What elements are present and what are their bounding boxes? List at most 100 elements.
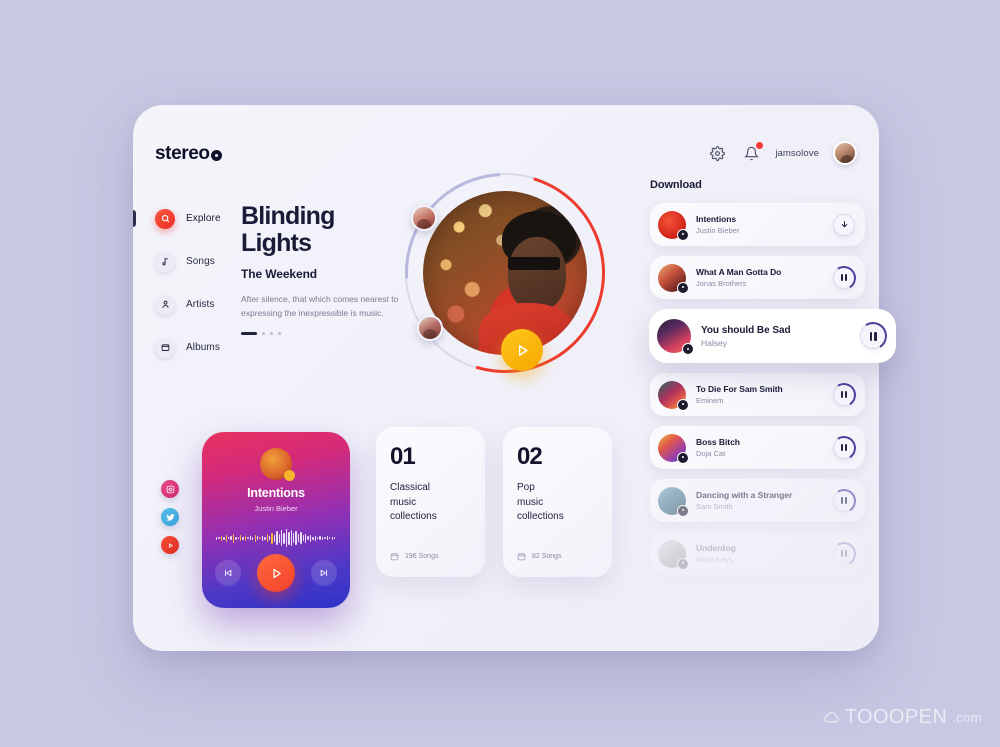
watermark: TOOOPEN .com: [823, 706, 982, 729]
pause-icon[interactable]: [856, 319, 890, 353]
track-meta: To Die For Sam Smith Eminem: [696, 384, 833, 405]
hero-artist: The Weekend: [241, 267, 318, 281]
pagination-active-dot[interactable]: [241, 332, 257, 336]
app-logo: stereo: [155, 143, 222, 165]
track-artist: Eminem: [696, 396, 724, 405]
photo-detail: [508, 256, 561, 270]
waveform-bar: [268, 536, 271, 540]
waveform-bar: [232, 533, 235, 543]
progress-arc: [829, 486, 859, 515]
collection-footer: 196 Songs: [390, 552, 438, 561]
track-title: You should Be Sad: [701, 324, 791, 336]
now-playing-artist: Justin Bieber: [254, 504, 298, 513]
username-label: jamsolove: [775, 147, 819, 159]
pagination-dot[interactable]: [278, 332, 281, 336]
disc-badge-icon: [677, 557, 689, 570]
waveform[interactable]: [216, 528, 336, 548]
track-title: Intentions: [696, 214, 737, 224]
hero-description: After silence, that which comes nearest …: [241, 294, 399, 319]
collection-number: 01: [390, 443, 416, 470]
waveform-bar: [220, 535, 223, 541]
now-playing-card: Intentions Justin Bieber: [202, 432, 350, 608]
collection-line: collections: [517, 511, 564, 522]
skip-next-icon[interactable]: [311, 560, 337, 586]
waveform-bar: [223, 536, 225, 540]
sidebar-item-albums[interactable]: Albums: [147, 332, 259, 363]
ring-avatar[interactable]: [417, 315, 443, 341]
watermark-main: TOOOPEN: [844, 706, 948, 728]
download-icon[interactable]: [833, 213, 855, 236]
waveform-bar: [273, 534, 276, 542]
collection-line: collections: [390, 511, 437, 522]
app-logo-text: stereo: [155, 143, 210, 164]
bell-icon[interactable]: [741, 141, 765, 163]
track-cover: [658, 380, 689, 411]
track-meta: Boss Bitch Doja Cat: [696, 437, 833, 458]
waveform-bar: [278, 533, 280, 543]
waveform-bar: [300, 532, 302, 544]
collection-description: Pop music collections: [517, 481, 598, 525]
carousel-pagination[interactable]: [241, 332, 401, 336]
waveform-bar: [228, 537, 230, 539]
waveform-bar: [333, 537, 336, 539]
waveform-bar: [280, 530, 283, 546]
gear-icon[interactable]: [707, 143, 727, 163]
list-item[interactable]: Intentions Justin Bieber: [650, 203, 865, 246]
now-playing-cover: [260, 448, 295, 481]
disc-badge-icon: [677, 281, 689, 294]
list-item[interactable]: To Die For Sam Smith Eminem: [650, 373, 865, 416]
social-links: [161, 480, 179, 554]
calendar-icon: [517, 553, 526, 561]
avatar[interactable]: [833, 141, 857, 165]
twitter-icon[interactable]: [161, 508, 179, 526]
collection-count: 82 Songs: [532, 553, 562, 560]
youtube-icon[interactable]: [161, 536, 179, 554]
album-icon: [155, 337, 175, 358]
list-item[interactable]: What A Man Gotta Do Jonas Brothers: [650, 256, 865, 299]
pause-icon[interactable]: [829, 263, 859, 292]
page-title: Blinding Lights: [241, 203, 401, 257]
download-panel: Download Intentions Justin Bieber What A…: [649, 179, 896, 585]
pause-icon[interactable]: [829, 539, 859, 568]
waveform-bar: [237, 537, 240, 539]
skip-previous-icon[interactable]: [215, 560, 241, 586]
waveform-bar: [256, 536, 259, 540]
disc-badge-icon: [682, 343, 694, 355]
track-title: Dancing with a Stranger: [696, 490, 793, 500]
progress-arc: [829, 433, 859, 462]
waveform-bar: [326, 536, 329, 540]
ring-avatar[interactable]: [411, 205, 437, 231]
collection-card[interactable]: 02 Pop music collections 82 Songs: [503, 427, 612, 577]
instagram-icon[interactable]: [161, 480, 179, 498]
waveform-bar: [259, 537, 261, 539]
pause-icon[interactable]: [829, 380, 859, 409]
watermark-suffix: .com: [952, 710, 982, 725]
pagination-dot[interactable]: [262, 332, 265, 336]
waveform-bar: [314, 535, 317, 541]
list-item[interactable]: Boss Bitch Doja Cat: [650, 426, 865, 469]
waveform-bar: [242, 536, 244, 540]
play-icon[interactable]: [501, 329, 543, 371]
list-item-active[interactable]: You should Be Sad Halsey: [649, 309, 896, 363]
artist-icon: [155, 294, 175, 315]
pause-icon[interactable]: [829, 486, 859, 515]
track-meta: Dancing with a Stranger Sam Smith: [696, 490, 833, 511]
search-icon: [155, 208, 175, 229]
cloud-icon: [823, 712, 839, 723]
list-item[interactable]: Dancing with a Stranger Sam Smith: [650, 479, 865, 522]
pause-icon[interactable]: [829, 433, 859, 462]
collection-number: 02: [517, 443, 543, 470]
waveform-bar: [216, 536, 218, 540]
waveform-bar: [276, 531, 278, 545]
track-artist: Justin Bieber: [696, 226, 740, 235]
list-item[interactable]: Underdog Alicia Keys: [650, 532, 865, 575]
disc-badge-icon: [677, 504, 689, 517]
track-artist: Doja Cat: [696, 449, 726, 458]
collection-card[interactable]: 01 Classical music collections 196 Songs: [376, 427, 485, 577]
sidebar-item-label: Artists: [186, 299, 215, 310]
play-icon[interactable]: [257, 554, 295, 592]
track-cover: [658, 539, 689, 570]
track-cover: [658, 486, 689, 517]
waveform-bar: [309, 534, 312, 542]
pagination-dot[interactable]: [270, 332, 273, 336]
